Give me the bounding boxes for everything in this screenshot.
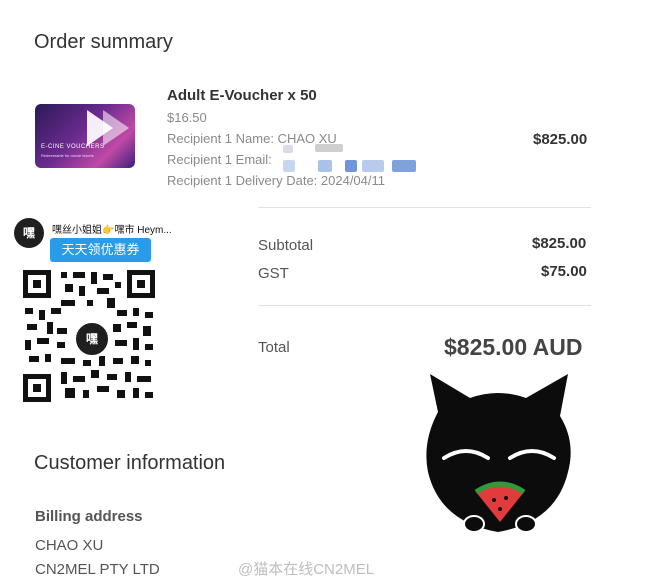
account-name: 嘿丝小姐姐👉嘿市 Heym... (52, 225, 172, 236)
redacted-block (283, 160, 295, 172)
redacted-block (345, 160, 357, 172)
voucher-thumbnail: E-CINE VOUCHERS Redeemable for movie tic… (35, 104, 135, 168)
item-title: Adult E-Voucher x 50 (167, 87, 317, 104)
total-value: $825.00 AUD (444, 334, 583, 360)
customer-information-heading: Customer information (34, 452, 226, 474)
gst-label: GST (258, 265, 289, 282)
recipient-name: Recipient 1 Name: CHAO XU (167, 131, 337, 146)
order-summary-heading: Order summary (34, 31, 173, 53)
qr-finder (127, 270, 155, 298)
redacted-block (362, 160, 384, 172)
voucher-subtitle: Redeemable for movie tickets (41, 153, 94, 158)
subtotal-value: $825.00 (532, 235, 587, 252)
redacted-block (283, 145, 293, 153)
billing-company: CN2MEL PTY LTD (35, 561, 160, 578)
qr-center-logo: 嘿 (73, 320, 111, 358)
cat-sticker-icon (426, 374, 571, 533)
billing-name: CHAO XU (35, 537, 104, 554)
redacted-block (318, 160, 332, 172)
divider (258, 207, 591, 208)
line-total: $825.00 (533, 131, 588, 148)
redacted-block (315, 144, 343, 152)
subtotal-label: Subtotal (258, 237, 314, 254)
redacted-block (392, 160, 416, 172)
gst-value: $75.00 (541, 263, 587, 280)
voucher-brand: E-CINE VOUCHERS (41, 144, 105, 150)
play-arrow-icon (103, 110, 129, 146)
billing-address-label: Billing address (35, 508, 143, 525)
qr-finder (23, 374, 51, 402)
delivery-date: Recipient 1 Delivery Date: 2024/04/11 (167, 173, 385, 188)
recipient-email: Recipient 1 Email: (167, 152, 272, 167)
coupon-badge: 天天领优惠券 (50, 238, 151, 262)
account-avatar: 嘿 (14, 218, 44, 248)
total-label: Total (258, 339, 290, 356)
item-unit-price: $16.50 (167, 110, 207, 125)
watermark: @猫本在线CN2MEL (238, 561, 375, 578)
qr-code: 嘿 (21, 268, 157, 404)
divider (258, 305, 591, 306)
qr-finder (23, 270, 51, 298)
